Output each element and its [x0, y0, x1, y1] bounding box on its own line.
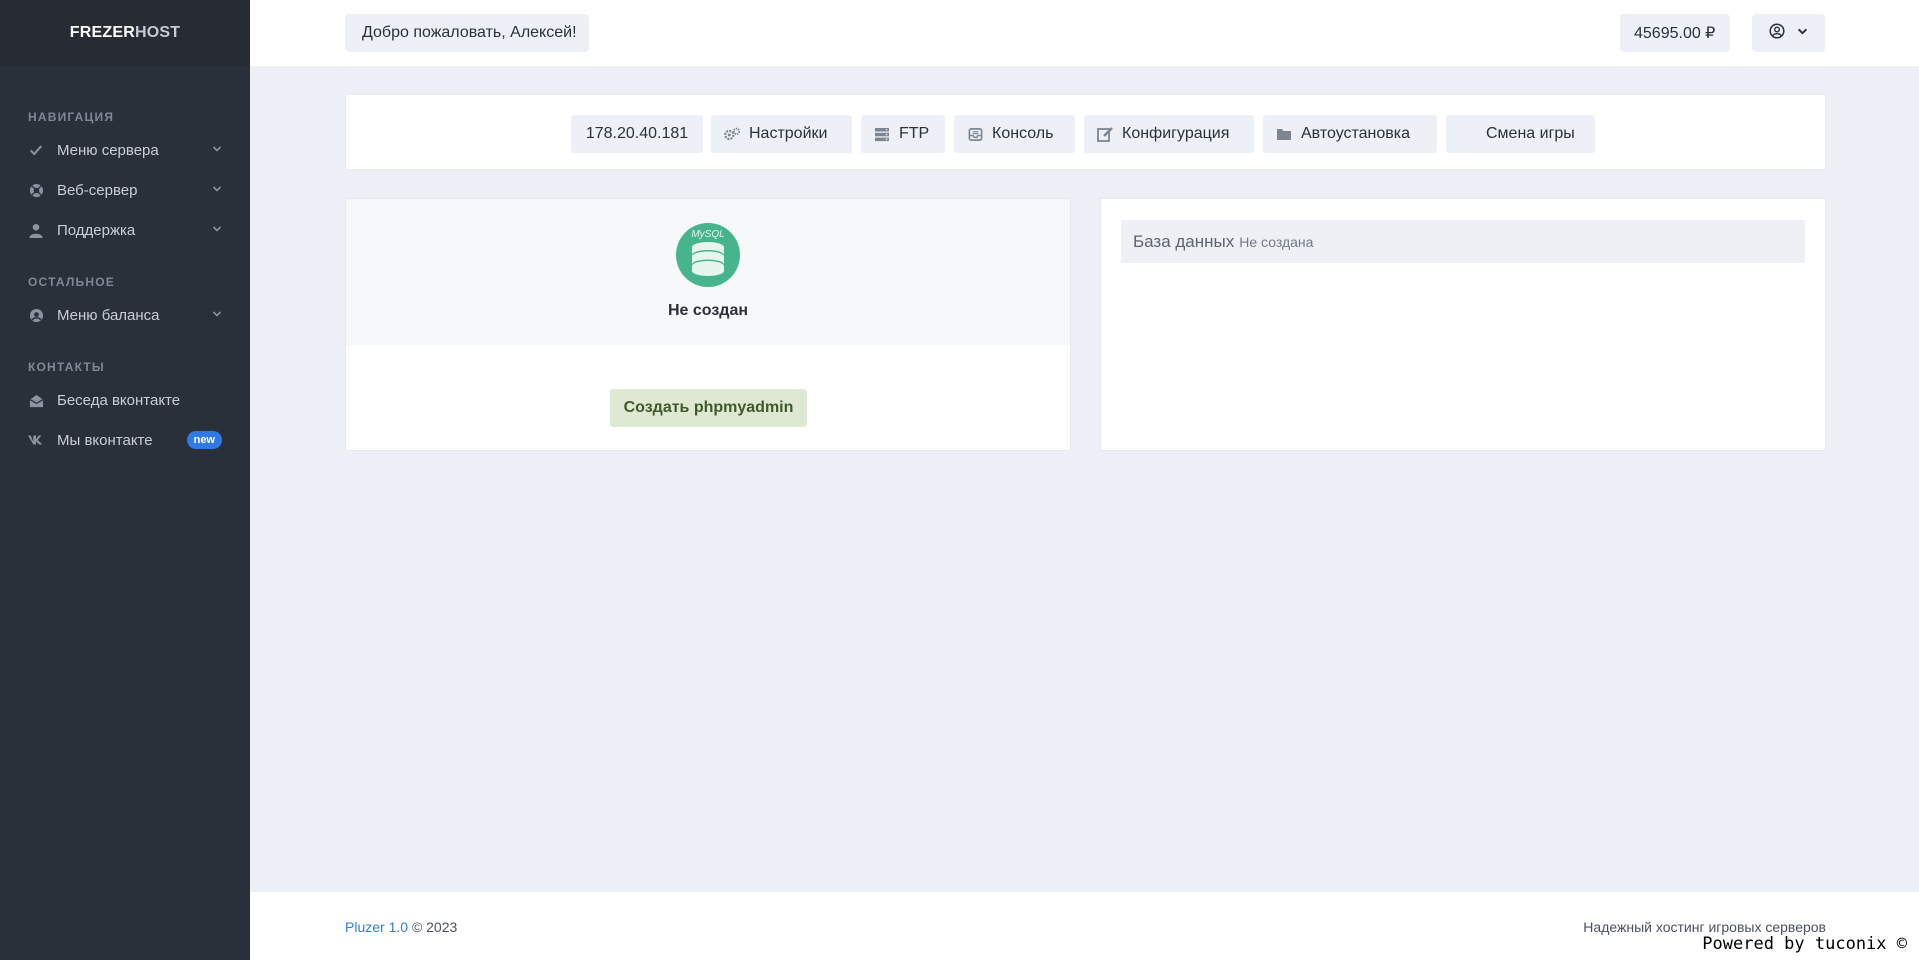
- balance-badge[interactable]: 45695.00 ₽: [1620, 14, 1731, 52]
- tab-settings[interactable]: Настройки: [711, 115, 852, 153]
- wallet-icon: [28, 307, 44, 323]
- top-header: Добро пожаловать, Алексей! 45695.00 ₽: [250, 0, 1919, 66]
- footer-brand-link[interactable]: Pluzer 1.0: [345, 919, 408, 935]
- check-icon: [28, 142, 44, 158]
- sidebar: FREZER HOST НАВИГАЦИЯ Меню сервера Веб-се…: [0, 0, 250, 960]
- create-phpmyadmin-button[interactable]: Создать phpmyadmin: [610, 389, 807, 427]
- new-badge: new: [186, 431, 222, 449]
- chevron-down-icon: [212, 143, 222, 157]
- phpmyadmin-status: Не создан: [667, 302, 749, 319]
- mysql-database-icon: MySQL: [676, 223, 740, 287]
- database-label: База данных: [1133, 231, 1235, 251]
- tab-label: Смена игры: [1486, 125, 1575, 142]
- mysql-logo-text: MySQL: [691, 229, 725, 240]
- envelope-open-icon: [28, 392, 44, 408]
- footer-copyright: © 2023: [411, 919, 458, 935]
- vk-icon: [28, 432, 44, 448]
- tab-label: Настройки: [749, 125, 828, 142]
- database-status-row: База данных Не создана: [1121, 220, 1805, 263]
- tab-label: 178.20.40.181: [585, 125, 689, 142]
- brand-part-1: FREZER: [69, 24, 135, 41]
- chevron-down-icon: [1797, 24, 1808, 42]
- footer-left: Pluzer 1.0 © 2023: [345, 919, 457, 935]
- inbox-icon: [966, 125, 984, 143]
- welcome-text: Добро пожаловать, Алексей!: [362, 24, 577, 41]
- edit-icon: [1096, 125, 1114, 143]
- sidebar-item-support[interactable]: Поддержка: [0, 210, 250, 250]
- nav-heading-other: ОСТАЛЬНОЕ: [28, 275, 115, 289]
- tab-console[interactable]: Консоль: [954, 115, 1075, 153]
- sidebar-item-server-menu[interactable]: Меню сервера: [0, 130, 250, 170]
- sidebar-item-label: Беседа вконтакте: [57, 391, 181, 409]
- sidebar-item-balance-menu[interactable]: Меню баланса: [0, 295, 250, 335]
- tab-label: Консоль: [992, 125, 1054, 142]
- sidebar-item-vk-chat[interactable]: Беседа вконтакте: [0, 380, 250, 420]
- sidebar-item-web-server[interactable]: Веб-сервер: [0, 170, 250, 210]
- welcome-badge: Добро пожаловать, Алексей!: [345, 14, 589, 52]
- chevron-down-icon: [212, 183, 222, 197]
- brand-logo[interactable]: FREZER HOST: [0, 0, 250, 66]
- tab-label: Автоустановка: [1301, 125, 1411, 142]
- sidebar-item-label: Поддержка: [57, 221, 136, 239]
- chevron-down-icon: [212, 223, 222, 237]
- footer-tagline: Надежный хостинг игровых серверов: [1583, 919, 1826, 935]
- sidebar-item-label: Веб-сервер: [57, 181, 138, 199]
- sidebar-item-label: Меню сервера: [57, 141, 159, 159]
- chevron-down-icon: [212, 308, 222, 322]
- database-card: База данных Не создана: [1100, 198, 1826, 451]
- tab-auto-install[interactable]: Автоустановка: [1263, 115, 1437, 153]
- tab-ip-address[interactable]: 178.20.40.181: [571, 115, 703, 153]
- tab-label: Конфигурация: [1122, 125, 1230, 142]
- sidebar-item-label: Мы вконтакте: [57, 431, 153, 449]
- tab-configuration[interactable]: Конфигурация: [1084, 115, 1254, 153]
- nav-heading-contacts: КОНТАКТЫ: [28, 360, 105, 374]
- server-icon: [873, 125, 891, 143]
- powered-by-watermark: Powered by tuconix ©: [1702, 934, 1907, 954]
- sidebar-item-label: Меню баланса: [57, 306, 160, 324]
- user-circle-icon: [1769, 22, 1785, 44]
- sidebar-item-vk-group[interactable]: Мы вконтакте new: [0, 420, 250, 460]
- database-value: Не создана: [1239, 233, 1314, 250]
- tab-change-game[interactable]: Смена игры: [1446, 115, 1595, 153]
- tab-label: FTP: [899, 125, 930, 142]
- balance-text: 45695.00 ₽: [1634, 25, 1716, 42]
- user-icon: [28, 222, 44, 238]
- footer: Pluzer 1.0 © 2023 Надежный хостинг игров…: [250, 892, 1919, 960]
- phpmyadmin-card: MySQL Не создан Создать phpmyadmin: [345, 198, 1071, 451]
- tab-ftp[interactable]: FTP: [861, 115, 945, 153]
- folder-icon: [1275, 125, 1293, 143]
- nav-heading-navigation: НАВИГАЦИЯ: [28, 110, 115, 124]
- brand-part-2: HOST: [134, 24, 181, 41]
- lifebuoy-icon: [28, 182, 44, 198]
- gears-icon: [723, 125, 741, 143]
- user-menu-button[interactable]: [1752, 14, 1825, 52]
